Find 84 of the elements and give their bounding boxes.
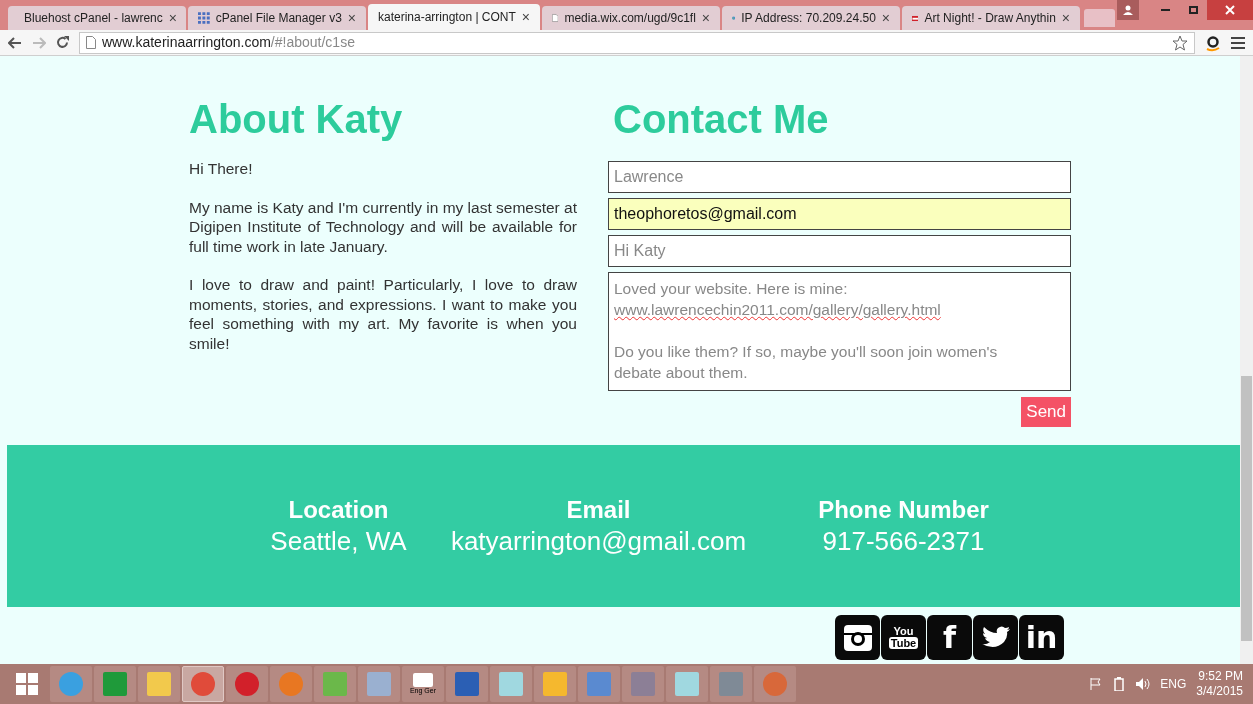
browser-tab[interactable]: cPanel File Manager v3 ×: [188, 6, 366, 30]
scrollbar[interactable]: [1240, 56, 1253, 664]
forward-icon[interactable]: [32, 36, 46, 49]
person-icon: [1123, 5, 1133, 15]
taskbar-app-button[interactable]: [446, 666, 488, 702]
about-heading: About Katy: [189, 96, 404, 143]
back-icon[interactable]: [8, 36, 22, 49]
message-field[interactable]: Loved your website. Here is mine: www.lawrencechin2011.com/gallery/gallery.html Do you like them? If so, maybe you'll soon join women's debate about them.: [608, 272, 1071, 391]
browser-tab[interactable]: katerina-arrington | CONT ×: [368, 4, 541, 30]
page-icon: [86, 36, 96, 49]
tab-title: cPanel File Manager v3: [215, 10, 342, 27]
reload-icon[interactable]: [56, 36, 69, 49]
footer-value: Seattle, WA: [270, 525, 407, 557]
message-line: Do you like them? If so, maybe you'll soon join women's: [614, 343, 998, 360]
tab-close-button[interactable]: ×: [521, 6, 531, 28]
tab-title: katerina-arrington | CONT: [378, 9, 516, 26]
taskbar-app-button[interactable]: [50, 666, 92, 702]
taskbar-app-button[interactable]: [534, 666, 576, 702]
tab-close-button[interactable]: ×: [168, 7, 177, 29]
social-button[interactable]: f: [927, 615, 972, 660]
about-paragraph: My name is Katy and I'm currently in my last semester at Digipen Institute of Technology and will be available for full time work in late January.: [189, 197, 577, 256]
address-bar[interactable]: www.katerinaarrington.com/#!about/c1se: [79, 31, 1195, 54]
browser-tab[interactable]: media.wix.com/ugd/9c1fl ×: [542, 6, 721, 30]
tab-title: Art Night! - Draw Anythin: [924, 10, 1056, 27]
bird-button[interactable]: [973, 615, 1018, 660]
tab-title: media.wix.com/ugd/9c1fl: [564, 10, 696, 27]
footer-label: Location: [288, 495, 389, 525]
taskbar-app-button[interactable]: [754, 666, 796, 702]
clock[interactable]: 9:52 PM 3/4/2015: [1196, 669, 1247, 699]
message-line: Loved your website. Here is mine:: [614, 280, 848, 297]
about-paragraph: Hi There!: [189, 159, 254, 179]
speaker-icon[interactable]: [1136, 677, 1151, 691]
bird-icon: [981, 625, 1010, 650]
social-glyph: You: [893, 626, 914, 637]
taskbar-app-button[interactable]: [578, 666, 620, 702]
taskbar-app-button[interactable]: [622, 666, 664, 702]
close-icon: [1225, 5, 1235, 15]
windows-start-icon[interactable]: [16, 673, 38, 695]
social-button[interactable]: in: [1019, 615, 1064, 660]
social-glyph: Tube: [888, 637, 919, 649]
name-field[interactable]: Lawrence: [608, 161, 1071, 193]
battery-icon[interactable]: [1112, 677, 1127, 691]
flag-icon[interactable]: [1090, 678, 1103, 690]
menu-icon[interactable]: [1231, 36, 1245, 49]
tab-close-button[interactable]: ×: [881, 7, 891, 29]
email-field[interactable]: theophoretos@gmail.com: [608, 198, 1071, 230]
close-button[interactable]: [1207, 0, 1253, 20]
message-line: debate about them.: [614, 364, 748, 381]
camera-button[interactable]: [835, 615, 880, 660]
tab-title: Bluehost cPanel - lawrenc: [24, 10, 163, 27]
subject-field[interactable]: Hi Katy: [608, 235, 1071, 267]
browser-tab[interactable]: Bluehost cPanel - lawrenc ×: [8, 6, 186, 30]
footer-value: katyarrington@gmail.com: [450, 525, 747, 557]
taskbar-app-button[interactable]: [226, 666, 268, 702]
contact-heading: Contact Me: [612, 96, 830, 143]
taskbar-app-button[interactable]: [138, 666, 180, 702]
taskbar-app-button[interactable]: [358, 666, 400, 702]
taskbar-app-button[interactable]: [490, 666, 532, 702]
taskbar-app-button[interactable]: [182, 666, 224, 702]
social-glyph: in: [1025, 621, 1058, 654]
camera-icon: [843, 624, 872, 651]
url-text: www.katerinaarrington.com/#!about/c1se: [102, 33, 355, 52]
message-line: www.lawrencechin2011.com/gallery/gallery.html: [614, 301, 941, 318]
taskbar-app-button[interactable]: [710, 666, 752, 702]
tab-title: IP Address: 70.209.24.50: [741, 10, 876, 27]
footer-label: Email: [566, 495, 631, 525]
browser-tab[interactable]: IP Address: 70.209.24.50 ×: [722, 6, 901, 30]
about-paragraph: I love to draw and paint! Particularly, I love to draw moments, stories, and expressions. I want to make you feel something with my art. My favorite is when you smile!: [189, 275, 577, 353]
taskbar-app-button[interactable]: [666, 666, 708, 702]
footer-label: Phone Number: [818, 495, 989, 525]
star-icon[interactable]: [1172, 34, 1188, 51]
browser-tab[interactable]: Art Night! - Draw Anythin ×: [902, 6, 1081, 30]
taskbar-app-button[interactable]: [94, 666, 136, 702]
tab-close-button[interactable]: ×: [701, 7, 711, 29]
page-icon: [552, 12, 559, 24]
tab-close-button[interactable]: ×: [347, 7, 356, 29]
taskbar-app-button[interactable]: [314, 666, 356, 702]
social-glyph: f: [942, 621, 957, 654]
footer-value: 917-566-2371: [822, 525, 985, 557]
language-indicator[interactable]: ENG: [1160, 675, 1187, 693]
social-button[interactable]: You Tube: [881, 615, 926, 660]
tab-close-button[interactable]: ×: [1061, 7, 1071, 29]
grid-icon: [198, 12, 210, 24]
user-button[interactable]: [1117, 0, 1139, 20]
